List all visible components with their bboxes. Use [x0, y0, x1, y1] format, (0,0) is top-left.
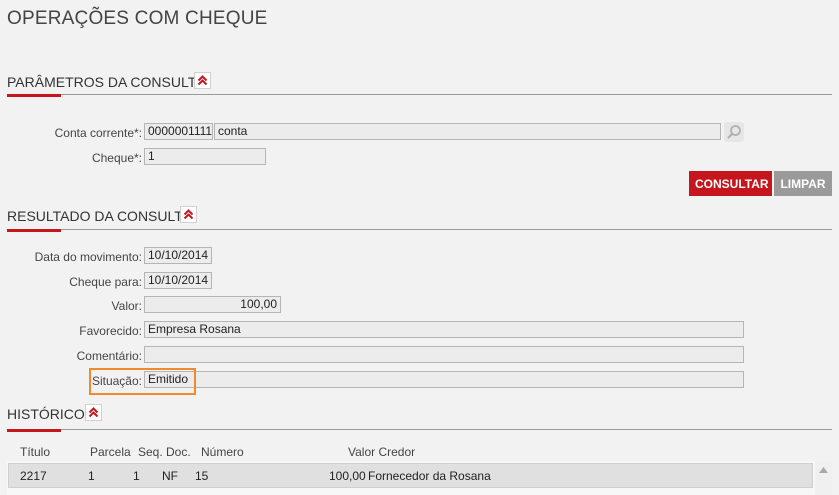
column-header-seq: Seq. [138, 445, 163, 459]
data-movimento-label: Data do movimento: [34, 250, 142, 264]
cheque-input[interactable]: 1 [144, 148, 266, 165]
vertical-scrollbar[interactable] [815, 461, 832, 495]
cell-numero: 15 [195, 469, 209, 483]
data-movimento-field: 10/10/2014 [144, 247, 212, 264]
cell-parcela: 1 [88, 469, 95, 483]
cheque-para-field: 10/10/2014 [144, 272, 212, 289]
section-title-historico: HISTÓRICO [7, 406, 85, 422]
situacao-highlight [89, 368, 196, 395]
collapse-resultado-button[interactable] [180, 206, 197, 223]
cheque-para-label: Cheque para: [69, 275, 142, 289]
cheque-label: Cheque*: [91, 151, 142, 165]
cell-seq: 1 [133, 469, 140, 483]
section-divider [7, 429, 832, 430]
cell-credor: Fornecedor da Rosana [368, 469, 491, 483]
valor-field: 100,00 [144, 296, 281, 313]
section-divider [7, 94, 832, 95]
valor-label: Valor: [111, 299, 142, 313]
conta-corrente-label: Conta corrente*: [54, 126, 142, 140]
comentario-label: Comentário: [76, 349, 142, 363]
consultar-button[interactable]: CONSULTAR [689, 171, 772, 196]
section-divider [7, 229, 832, 230]
conta-number-input[interactable]: 0000001111 [144, 123, 213, 140]
section-title-resultado: RESULTADO DA CONSULTA [7, 208, 192, 224]
comentario-field [144, 346, 744, 363]
collapse-historico-button[interactable] [85, 404, 102, 421]
favorecido-label: Favorecido: [79, 324, 142, 338]
page-title: OPERAÇÕES COM CHEQUE [7, 8, 268, 29]
double-chevron-up-icon [183, 209, 194, 220]
cell-doc: NF [162, 469, 178, 483]
column-header-parcela: Parcela [90, 445, 131, 459]
section-accent [7, 229, 61, 232]
cell-titulo: 2217 [20, 469, 47, 483]
scroll-up-icon[interactable] [819, 467, 828, 473]
section-accent [7, 429, 61, 432]
conta-name-input[interactable]: conta [214, 123, 721, 140]
favorecido-field: Empresa Rosana [144, 321, 744, 338]
search-icon [727, 125, 741, 139]
table-row[interactable]: 2217 1 1 NF 15 100,00 Fornecedor da Rosa… [8, 463, 813, 488]
column-header-valor-credor: Valor Credor [348, 445, 416, 459]
section-title-parametros: PARÂMETROS DA CONSULTA [7, 74, 205, 90]
collapse-parametros-button[interactable] [194, 72, 211, 89]
search-conta-button[interactable] [724, 122, 744, 142]
limpar-button[interactable]: LIMPAR [774, 171, 832, 196]
double-chevron-up-icon [88, 407, 99, 418]
double-chevron-up-icon [197, 75, 208, 86]
column-header-titulo: Título [20, 445, 51, 459]
cell-valor: 100,00 [329, 469, 366, 483]
column-header-doc: Doc. [166, 445, 191, 459]
section-accent [7, 94, 61, 97]
column-header-numero: Número [201, 445, 244, 459]
situacao-field: Emitido [144, 371, 744, 388]
